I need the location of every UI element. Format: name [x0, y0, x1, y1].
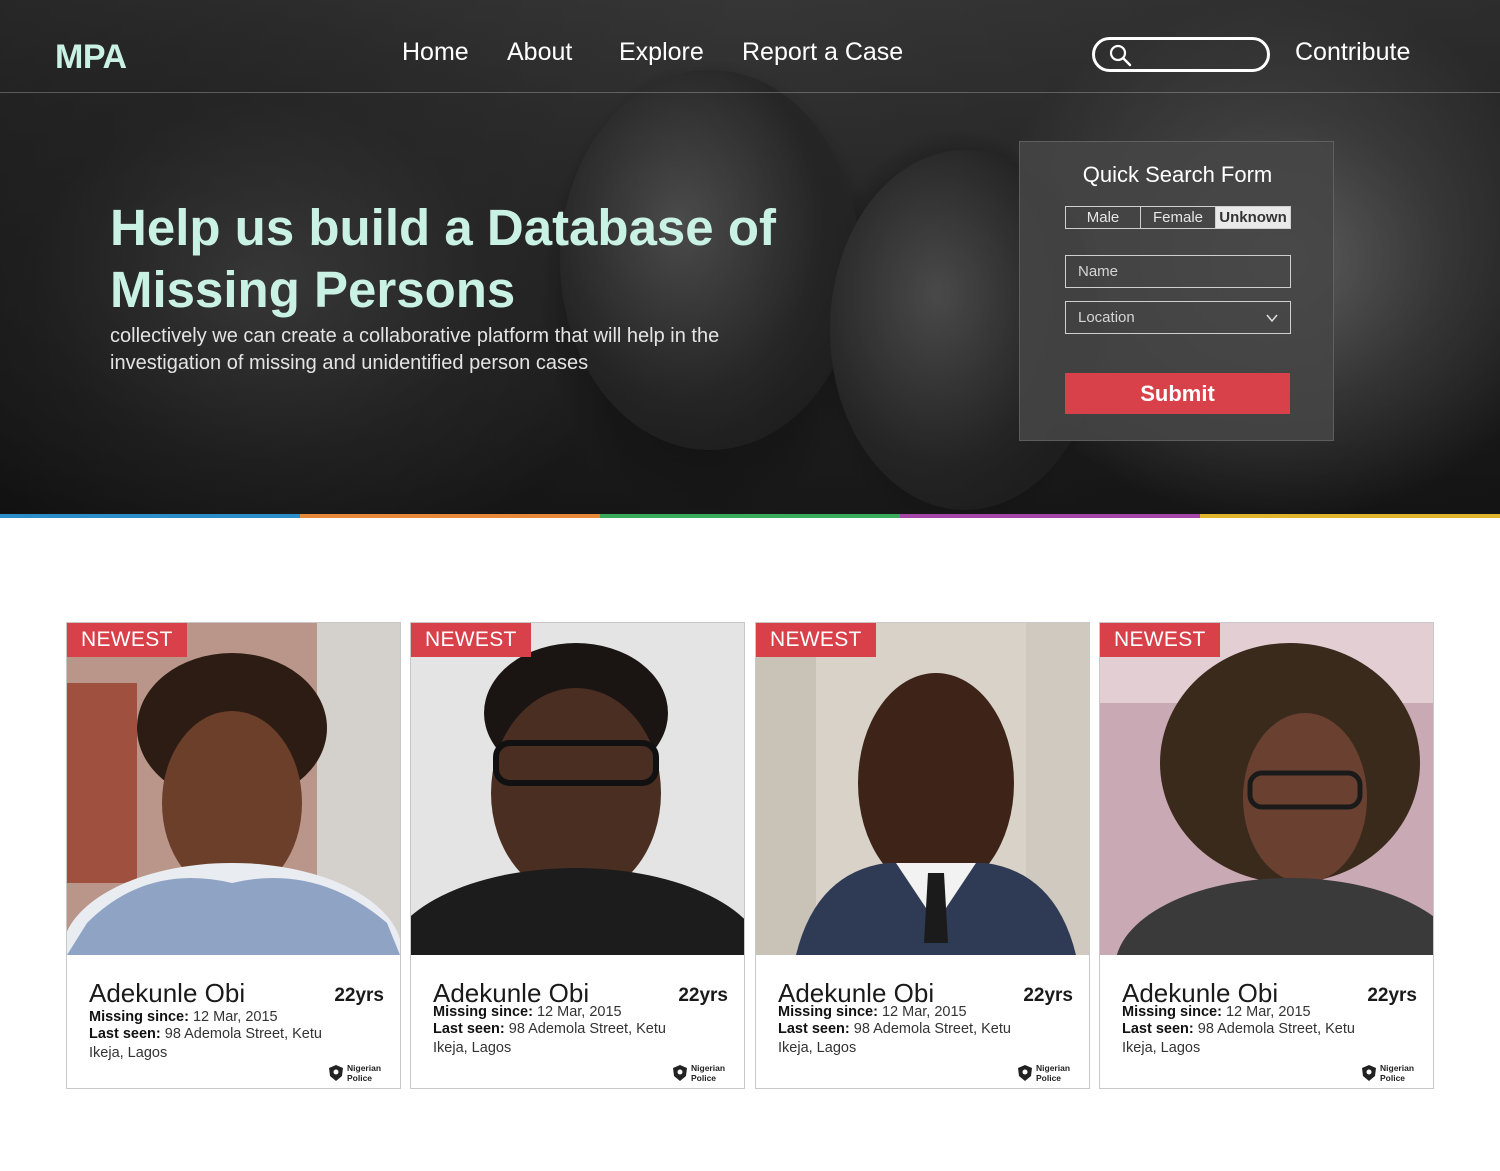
person-card[interactable]: NEWEST Adekunle Obi 22yrs Missing since:…	[66, 622, 401, 1089]
police-badge-icon	[1018, 1065, 1032, 1081]
hero-banner: MPA Home About Explore Report a Case Con…	[0, 0, 1500, 514]
chevron-down-icon	[1266, 314, 1278, 323]
last-seen-address: 98 Ademola Street, Ketu	[1197, 1021, 1355, 1037]
gender-option-male[interactable]: Male	[1066, 207, 1141, 228]
police-source: Nigerian Police	[1018, 1063, 1076, 1083]
last-seen-label: Last seen:	[89, 1026, 161, 1042]
last-seen-city: Ikeja, Lagos	[1122, 1040, 1201, 1056]
person-photo	[1100, 623, 1433, 955]
person-photo	[67, 623, 400, 955]
missing-since-date: 12 Mar, 2015	[192, 1009, 278, 1025]
person-photo	[756, 623, 1089, 955]
gender-option-female[interactable]: Female	[1141, 207, 1216, 228]
person-name[interactable]: Adekunle Obi	[89, 978, 245, 1009]
police-source: Nigerian Police	[673, 1063, 731, 1083]
newest-badge: NEWEST	[756, 623, 876, 657]
gender-selector: Male Female Unknown	[1065, 206, 1291, 229]
missing-since-label: Missing since:	[89, 1009, 189, 1025]
person-details: Missing since: 12 Mar, 2015 Last seen: 9…	[778, 1004, 1058, 1057]
missing-since-date: 12 Mar, 2015	[881, 1004, 967, 1020]
last-seen-address: 98 Ademola Street, Ketu	[164, 1026, 322, 1042]
newest-badge: NEWEST	[1100, 623, 1220, 657]
location-select-placeholder: Location	[1078, 309, 1135, 326]
last-seen-label: Last seen:	[778, 1021, 850, 1037]
nav-home[interactable]: Home	[402, 38, 469, 67]
contribute-link[interactable]: Contribute	[1295, 38, 1410, 67]
person-card[interactable]: NEWEST Adekunle Obi 22yrs Missing since:…	[410, 622, 745, 1089]
hero-headline: Help us build a Database of Missing Pers…	[110, 199, 776, 318]
nav-explore[interactable]: Explore	[619, 38, 704, 67]
police-source: Nigerian Police	[329, 1063, 387, 1083]
missing-since-date: 12 Mar, 2015	[536, 1004, 622, 1020]
person-details: Missing since: 12 Mar, 2015 Last seen: 9…	[89, 1009, 369, 1062]
quick-search-title: Quick Search Form	[1082, 162, 1273, 187]
newest-badge: NEWEST	[411, 623, 531, 657]
strip-green	[600, 514, 900, 518]
person-details: Missing since: 12 Mar, 2015 Last seen: 9…	[433, 1004, 713, 1057]
last-seen-label: Last seen:	[1122, 1021, 1194, 1037]
search-icon	[1109, 44, 1132, 67]
nav-report-a-case[interactable]: Report a Case	[742, 38, 903, 67]
strip-blue	[0, 514, 300, 518]
search-input[interactable]	[1092, 37, 1270, 72]
police-source-label: Nigerian Police	[1036, 1063, 1071, 1083]
missing-since-label: Missing since:	[778, 1004, 878, 1020]
missing-since-label: Missing since:	[1122, 1004, 1222, 1020]
hero-subline: collectively we can create a collaborati…	[110, 325, 720, 374]
last-seen-city: Ikeja, Lagos	[89, 1045, 168, 1061]
name-field-placeholder: Name	[1078, 263, 1119, 280]
submit-button[interactable]: Submit	[1065, 373, 1290, 414]
person-age: 22yrs	[334, 985, 384, 1006]
color-strip	[0, 514, 1500, 518]
person-card[interactable]: NEWEST Adekunle Obi 22yrs Missing since:…	[755, 622, 1090, 1089]
missing-since-date: 12 Mar, 2015	[1225, 1004, 1311, 1020]
police-source: Nigerian Police	[1362, 1063, 1420, 1083]
person-details: Missing since: 12 Mar, 2015 Last seen: 9…	[1122, 1004, 1402, 1057]
police-source-label: Nigerian Police	[691, 1063, 726, 1083]
top-nav: MPA Home About Explore Report a Case Con…	[0, 0, 1500, 93]
last-seen-city: Ikeja, Lagos	[433, 1040, 512, 1056]
last-seen-address: 98 Ademola Street, Ketu	[853, 1021, 1011, 1037]
last-seen-address: 98 Ademola Street, Ketu	[508, 1021, 666, 1037]
person-card[interactable]: NEWEST Adekunle Obi 22yrs Missing since:…	[1099, 622, 1434, 1089]
nav-about[interactable]: About	[507, 38, 572, 67]
site-logo[interactable]: MPA	[55, 38, 127, 77]
location-select[interactable]: Location	[1065, 301, 1291, 334]
person-photo	[411, 623, 744, 955]
gender-option-unknown[interactable]: Unknown	[1216, 207, 1290, 228]
police-source-label: Nigerian Police	[347, 1063, 382, 1083]
last-seen-label: Last seen:	[433, 1021, 505, 1037]
police-badge-icon	[329, 1065, 343, 1081]
police-source-label: Nigerian Police	[1380, 1063, 1415, 1083]
strip-yellow	[1200, 514, 1500, 518]
strip-purple	[900, 514, 1200, 518]
newest-badge: NEWEST	[67, 623, 187, 657]
police-badge-icon	[1362, 1065, 1376, 1081]
quick-search-form: Quick Search Form Male Female Unknown Na…	[1019, 141, 1334, 441]
strip-orange	[300, 514, 600, 518]
missing-since-label: Missing since:	[433, 1004, 533, 1020]
name-field[interactable]: Name	[1065, 255, 1291, 288]
last-seen-city: Ikeja, Lagos	[778, 1040, 857, 1056]
police-badge-icon	[673, 1065, 687, 1081]
